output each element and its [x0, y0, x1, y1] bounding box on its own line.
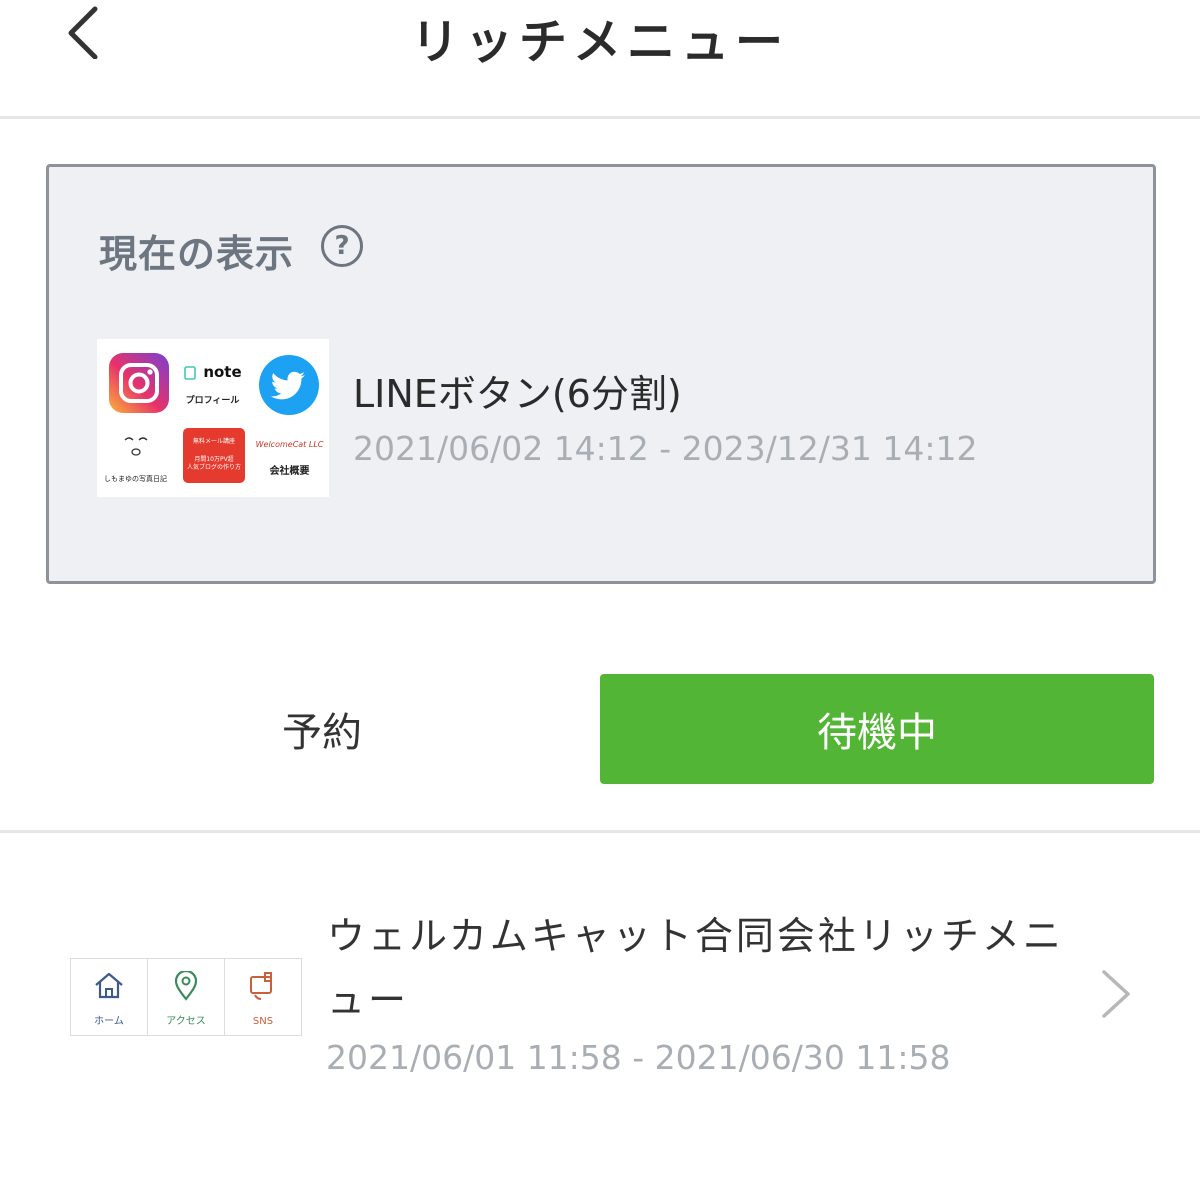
- page-title: リッチメニュー: [410, 14, 789, 70]
- mail-course-tile: 無料メール講座 月間10万PV超 人気ブログの作り方: [174, 418, 251, 497]
- instagram-icon: [109, 353, 169, 413]
- home-icon: [95, 972, 123, 999]
- current-display-card: 現在の表示 ? note プロフィール しもまゆの写真日記 無料メール講座 月間…: [46, 164, 1156, 584]
- mail-course-badge: 無料メール講座 月間10万PV超 人気ブログの作り方: [183, 428, 245, 483]
- list-item-period: 2021/06/01 11:58 - 2021/06/30 11:58: [326, 1038, 951, 1077]
- tab-waiting[interactable]: 待機中: [600, 674, 1154, 784]
- list-item[interactable]: ホーム アクセス SNS ウェルカムキャット合同会社リッチメニュー 2021/0…: [0, 834, 1200, 1134]
- thumb-access-label: アクセス: [166, 1016, 206, 1027]
- photo-diary-label: しもまゆの写真日記: [104, 475, 167, 483]
- mail-course-line3: 人気ブログの作り方: [186, 464, 241, 471]
- instagram-tile: [97, 339, 174, 418]
- thumb-home-cell: ホーム: [71, 959, 148, 1035]
- welcome-cat-thumbnail: ホーム アクセス SNS: [70, 958, 302, 1036]
- header: リッチメニュー: [0, 0, 1200, 119]
- tab-reserve[interactable]: 予約: [46, 674, 598, 784]
- twitter-icon: [259, 355, 319, 415]
- sns-icon: [250, 972, 272, 1000]
- note-label: note: [203, 363, 242, 381]
- mail-course-line1: 無料メール講座: [192, 438, 235, 445]
- thumb-home-label: ホーム: [94, 1016, 124, 1027]
- company-tile: WelcomeCat LLC 会社概要: [251, 418, 328, 497]
- twitter-tile: [251, 339, 328, 418]
- thumb-access-cell: アクセス: [148, 959, 225, 1035]
- rich-menu-thumbnail: note プロフィール しもまゆの写真日記 無料メール講座 月間10万PV超 人…: [97, 339, 329, 497]
- note-sub-label: プロフィール: [185, 396, 240, 406]
- company-logo-text: WelcomeCat LLC: [255, 440, 324, 449]
- map-pin-icon: [174, 971, 198, 1001]
- help-icon[interactable]: ?: [321, 225, 363, 267]
- current-display-label: 現在の表示: [99, 232, 295, 276]
- thumb-sns-label: SNS: [252, 1016, 274, 1027]
- company-label: 会社概要: [269, 466, 310, 477]
- current-menu-name: LINEボタン(6分割): [353, 372, 682, 416]
- chevron-right-icon: [1102, 970, 1130, 1018]
- note-tile: note プロフィール: [174, 339, 251, 418]
- photo-diary-tile: しもまゆの写真日記: [97, 418, 174, 497]
- thumb-sns-cell: SNS: [225, 959, 301, 1035]
- list-item-name: ウェルカムキャット合同会社リッチメニュー: [327, 914, 1064, 1022]
- face-doodle-icon: [124, 437, 148, 456]
- divider: [0, 830, 1200, 833]
- current-menu-period: 2021/06/02 14:12 - 2023/12/31 14:12: [353, 429, 978, 468]
